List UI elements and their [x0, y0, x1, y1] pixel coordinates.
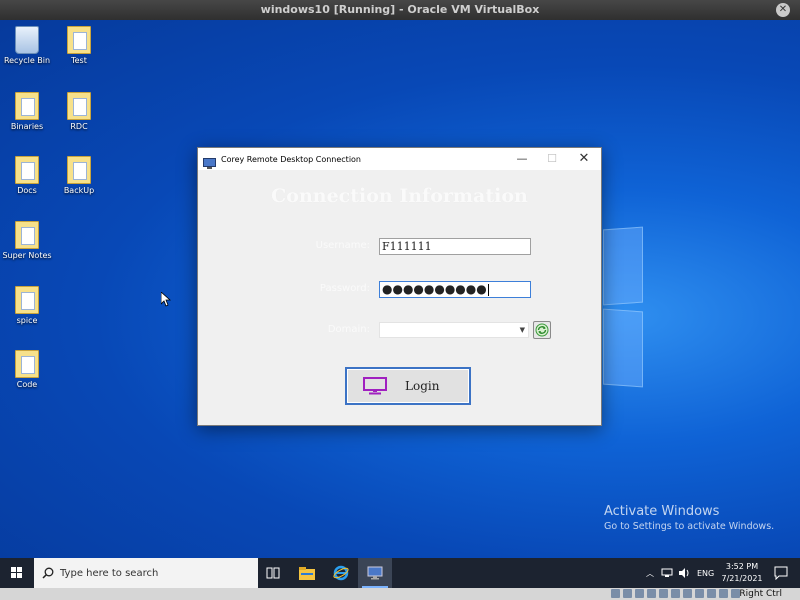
desktop-icon-label: Recycle Bin	[3, 56, 51, 65]
folder-icon	[15, 286, 39, 314]
monitor-icon	[363, 377, 387, 395]
activate-windows-watermark: Activate Windows Go to Settings to activ…	[604, 504, 774, 532]
desktop-icon-backup[interactable]: BackUp	[52, 156, 106, 195]
input-language[interactable]: ENG	[697, 558, 714, 588]
remote-desktop-app-icon	[367, 566, 383, 580]
password-value: ●●●●●●●●●●	[382, 282, 487, 296]
speaker-icon	[679, 568, 689, 578]
folder-icon	[15, 221, 39, 249]
windows-start-icon	[11, 567, 22, 578]
folder-icon	[67, 156, 91, 184]
folder-icon	[15, 92, 39, 120]
language-label: ENG	[697, 568, 715, 578]
taskbar-search-box[interactable]: Type here to search	[34, 558, 258, 588]
recycle-bin-icon	[15, 26, 39, 54]
folder-icon	[67, 92, 91, 120]
desktop-icon-super-notes[interactable]: Super Notes	[0, 221, 54, 260]
desktop-icon-test[interactable]: Test	[52, 26, 106, 65]
host-key-label: Right Ctrl	[739, 589, 782, 599]
network-icon	[661, 568, 673, 577]
edge-browser-button[interactable]	[324, 558, 358, 588]
vbox-device-icons	[611, 589, 740, 598]
activate-subtitle: Go to Settings to activate Windows.	[604, 521, 775, 532]
desktop-icon-label: RDC	[70, 122, 88, 131]
task-view-button[interactable]	[256, 558, 290, 588]
remote-desktop-app-icon	[203, 154, 216, 169]
file-icon	[67, 26, 91, 54]
minimize-button[interactable]: —	[507, 148, 537, 170]
desktop-icon-label: Binaries	[10, 122, 44, 131]
vbox-statusbar: Right Ctrl	[0, 588, 800, 600]
optical-drive-icon[interactable]	[623, 589, 632, 598]
desktop-icon-spice[interactable]: spice	[0, 286, 54, 325]
password-label: Password:	[319, 283, 370, 294]
usb-icon[interactable]	[659, 589, 668, 598]
password-input[interactable]: ●●●●●●●●●●	[379, 281, 531, 298]
username-input[interactable]: F111111	[379, 238, 531, 255]
vbox-close-button[interactable]: ✕	[776, 3, 790, 17]
desktop-icon-recycle-bin[interactable]: Recycle Bin	[0, 26, 54, 65]
folder-icon	[15, 350, 39, 378]
internet-explorer-icon	[333, 565, 349, 581]
text-caret	[487, 284, 489, 296]
display-icon[interactable]	[683, 589, 692, 598]
chevron-down-icon: ▼	[519, 326, 525, 334]
folder-icon	[15, 156, 39, 184]
dialog-body: Connection Information Username: F111111…	[198, 170, 601, 425]
desktop-icon-label: spice	[16, 316, 38, 325]
show-hidden-icons-button[interactable]: ︿	[646, 558, 654, 588]
cpu-icon[interactable]	[707, 589, 716, 598]
username-value: F111111	[382, 240, 432, 253]
desktop-icon-label: BackUp	[63, 186, 95, 195]
desktop-icon-label: Test	[71, 56, 87, 65]
domain-label: Domain:	[327, 324, 370, 335]
shared-folder-icon[interactable]	[671, 589, 680, 598]
file-explorer-button[interactable]	[290, 558, 324, 588]
username-label: Username:	[315, 240, 370, 251]
file-explorer-icon	[299, 566, 315, 580]
desktop-icon-label: Docs	[17, 186, 37, 195]
vbox-title: windows10 [Running] - Oracle VM VirtualB…	[260, 3, 540, 16]
network-adapter-icon[interactable]	[647, 589, 656, 598]
desktop-icon-label: Super Notes	[2, 251, 52, 260]
desktop-icon-binaries[interactable]: Binaries	[0, 92, 54, 131]
mouse-integration-icon[interactable]	[719, 589, 728, 598]
login-button[interactable]: Login	[345, 367, 471, 405]
refresh-icon	[535, 323, 549, 337]
connection-heading: Connection Information	[271, 185, 528, 207]
dialog-title: Corey Remote Desktop Connection	[221, 154, 362, 164]
refresh-domains-button[interactable]	[533, 321, 551, 339]
volume-control[interactable]	[678, 558, 690, 588]
close-button[interactable]: ✕	[569, 148, 599, 170]
rdc-taskbar-button[interactable]	[358, 558, 392, 588]
search-icon	[42, 567, 54, 579]
hard-disk-icon[interactable]	[611, 589, 620, 598]
start-button[interactable]	[0, 558, 34, 588]
dialog-titlebar[interactable]: Corey Remote Desktop Connection — ☐ ✕	[198, 148, 601, 170]
activate-title: Activate Windows	[604, 504, 720, 519]
action-center-button[interactable]	[774, 565, 788, 584]
notification-icon	[774, 566, 788, 581]
maximize-button[interactable]: ☐	[537, 148, 567, 170]
recording-icon[interactable]	[695, 589, 704, 598]
taskbar: Type here to search ︿ ENG 3:52 PM 7/21/2…	[0, 558, 800, 588]
clock-time: 3:52 PM	[725, 562, 759, 571]
clock-date: 7/21/2021	[721, 574, 763, 583]
network-status[interactable]	[661, 558, 673, 588]
audio-icon[interactable]	[635, 589, 644, 598]
taskbar-clock[interactable]: 3:52 PM 7/21/2021	[720, 561, 764, 585]
desktop-icon-rdc[interactable]: RDC	[52, 92, 106, 131]
desktop-icon-code[interactable]: Code	[0, 350, 54, 389]
desktop-icon-docs[interactable]: Docs	[0, 156, 54, 195]
login-label: Login	[405, 379, 440, 393]
desktop-icon-label: Code	[16, 380, 38, 389]
rdc-dialog: Corey Remote Desktop Connection — ☐ ✕ Co…	[197, 147, 602, 426]
search-placeholder: Type here to search	[60, 567, 159, 579]
domain-select[interactable]: ▼	[379, 322, 529, 338]
mouse-cursor-icon	[160, 291, 172, 311]
task-view-icon	[266, 567, 280, 579]
chevron-up-icon: ︿	[646, 568, 654, 578]
vbox-titlebar: windows10 [Running] - Oracle VM VirtualB…	[0, 0, 800, 20]
